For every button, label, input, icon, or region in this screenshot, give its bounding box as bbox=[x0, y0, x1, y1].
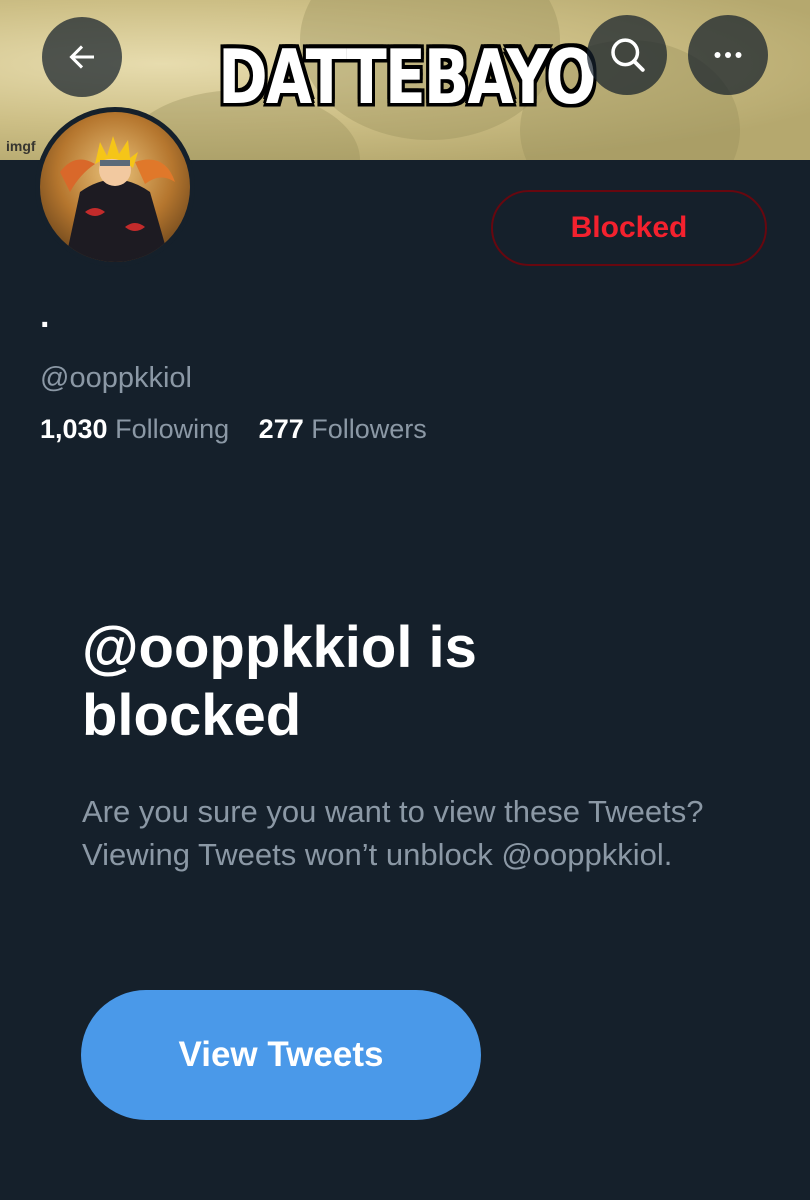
banner-watermark: imgf bbox=[6, 138, 36, 154]
avatar[interactable] bbox=[35, 107, 195, 267]
banner-caption: DATTEBAYO bbox=[218, 34, 597, 122]
search-button[interactable] bbox=[587, 15, 667, 95]
follow-stats: 1,030 Following 277 Followers bbox=[40, 414, 449, 445]
followers-count: 277 bbox=[258, 414, 304, 444]
more-options-button[interactable] bbox=[688, 15, 768, 95]
search-icon bbox=[611, 38, 645, 72]
arrow-left-icon bbox=[69, 45, 94, 69]
following-link[interactable]: 1,030 Following bbox=[40, 414, 229, 445]
back-button[interactable] bbox=[42, 17, 122, 97]
view-tweets-button[interactable]: View Tweets bbox=[81, 990, 481, 1120]
blocked-button[interactable]: Blocked bbox=[491, 190, 767, 266]
followers-label: Followers bbox=[311, 414, 427, 444]
avatar-image bbox=[40, 112, 190, 262]
display-name: · bbox=[40, 306, 52, 344]
more-horizontal-icon bbox=[714, 52, 742, 58]
profile-page: DATTEBAYO imgf Blocked · @ooppkkiol 1,03… bbox=[0, 0, 810, 1200]
following-count: 1,030 bbox=[40, 414, 108, 444]
following-label: Following bbox=[115, 414, 230, 444]
followers-link[interactable]: 277 Followers bbox=[259, 414, 427, 445]
blocked-description: Are you sure you want to view these Twee… bbox=[82, 794, 704, 872]
profile-handle: @ooppkkiol bbox=[40, 362, 192, 394]
blocked-title: @ooppkkiol is blocked bbox=[82, 615, 477, 748]
